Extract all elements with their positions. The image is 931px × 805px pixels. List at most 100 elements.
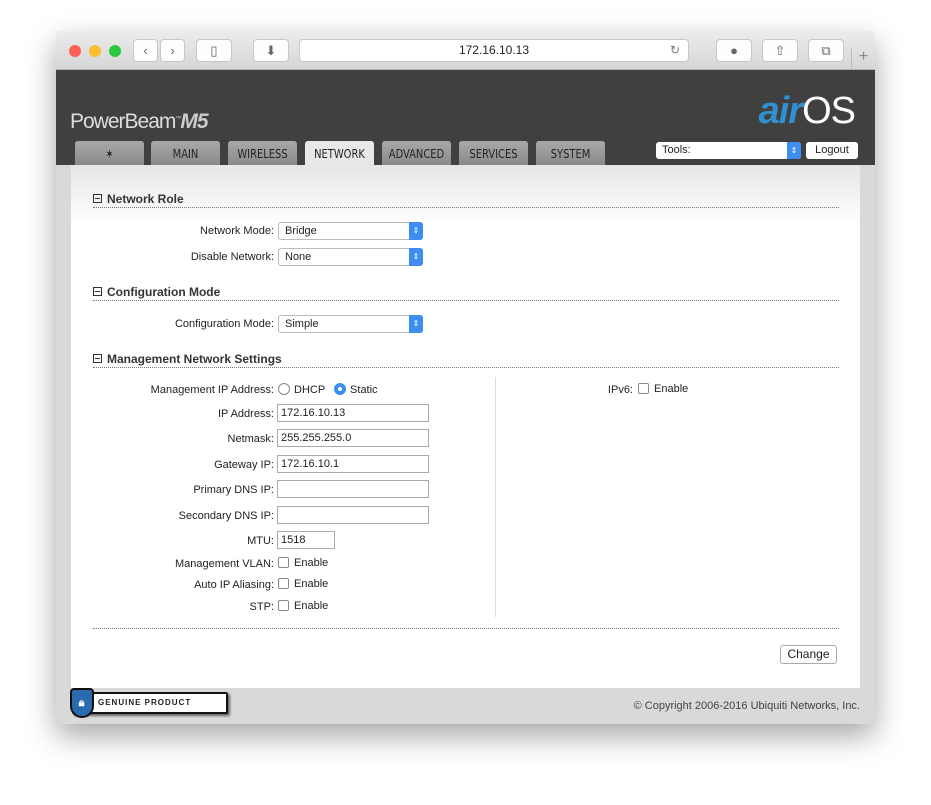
divider <box>93 207 839 208</box>
share-icon[interactable]: ⇧ <box>762 39 798 62</box>
management-vlan-label: Management VLAN: <box>174 558 274 570</box>
configuration-mode-label: Configuration Mode: <box>174 318 274 330</box>
mtu-label: MTU: <box>247 535 274 547</box>
enable-label: Enable <box>294 557 329 569</box>
reload-icon[interactable]: ↻ <box>670 40 680 61</box>
collapse-icon[interactable] <box>93 287 102 296</box>
logout-button[interactable]: Logout <box>806 142 858 159</box>
static-label: Static <box>350 384 378 396</box>
enable-label: Enable <box>294 578 329 590</box>
gateway-input[interactable]: 172.16.10.1 <box>277 455 429 473</box>
copyright: © Copyright 2006-2016 Ubiquiti Networks,… <box>633 700 860 712</box>
section-management-network[interactable]: Management Network Settings <box>93 352 282 366</box>
configuration-mode-select[interactable]: Simple ⇕ <box>278 315 423 333</box>
section-title: Management Network Settings <box>107 352 282 366</box>
tab-main[interactable]: MAIN <box>151 141 220 165</box>
configuration-mode-value: Simple <box>285 318 319 330</box>
mtu-input[interactable]: 1518 <box>277 531 335 549</box>
enable-label: Enable <box>294 600 329 612</box>
close-window-button[interactable] <box>69 45 81 57</box>
netmask-input[interactable]: 255.255.255.0 <box>277 429 429 447</box>
badge-text: GENUINE PRODUCT <box>98 698 192 707</box>
network-mode-label: Network Mode: <box>200 225 274 237</box>
dhcp-radio[interactable] <box>278 383 290 395</box>
tabs-icon[interactable]: ⧉ <box>808 39 844 62</box>
tab-network[interactable]: NETWORK <box>305 141 374 166</box>
brand-name: PowerBeam <box>70 110 176 133</box>
zoom-window-button[interactable] <box>109 45 121 57</box>
auto-ip-aliasing-checkbox[interactable] <box>278 578 289 589</box>
enable-label: Enable <box>654 383 689 395</box>
tab-advanced[interactable]: ADVANCED <box>382 141 451 165</box>
lock-shield-icon: 🔒︎ <box>70 688 94 718</box>
section-network-role[interactable]: Network Role <box>93 192 184 206</box>
divider <box>93 367 839 368</box>
column-divider <box>495 377 496 617</box>
gateway-label: Gateway IP: <box>214 459 274 471</box>
chevron-updown-icon: ⇕ <box>787 142 801 159</box>
brand-model: M5 <box>180 110 208 133</box>
genuine-product-badge: 🔒︎ GENUINE PRODUCT <box>70 688 228 718</box>
download-arrow-icon[interactable]: ⬇ <box>253 39 289 62</box>
page-footer: 🔒︎ GENUINE PRODUCT © Copyright 2006-2016… <box>56 688 875 724</box>
auto-ip-aliasing-label: Auto IP Aliasing: <box>194 579 274 591</box>
tools-label: Tools: <box>662 144 691 156</box>
ip-address-input[interactable]: 172.16.10.13 <box>277 404 429 422</box>
section-configuration-mode[interactable]: Configuration Mode <box>93 285 220 299</box>
change-button[interactable]: Change <box>780 645 837 664</box>
stp-checkbox[interactable] <box>278 600 289 611</box>
back-icon[interactable]: ‹ <box>133 39 158 62</box>
netmask-label: Netmask: <box>227 433 274 445</box>
logo-os: OS <box>802 90 856 132</box>
primary-dns-label: Primary DNS IP: <box>193 484 274 496</box>
sidebar-icon[interactable]: ▯ <box>196 39 232 62</box>
network-mode-value: Bridge <box>285 225 317 237</box>
disable-network-select[interactable]: None ⇕ <box>278 248 423 266</box>
new-tab-icon[interactable]: + <box>851 48 875 70</box>
content-panel: Network Role Network Mode: Bridge ⇕ Disab… <box>71 165 860 688</box>
chevron-updown-icon: ⇕ <box>409 248 423 266</box>
tools-select[interactable]: Tools: ⇕ <box>656 142 801 159</box>
section-title: Network Role <box>107 192 184 206</box>
primary-dns-input[interactable] <box>277 480 429 498</box>
management-vlan-checkbox[interactable] <box>278 557 289 568</box>
collapse-icon[interactable] <box>93 194 102 203</box>
airos-logo: airOS <box>758 90 856 133</box>
tab-system[interactable]: SYSTEM <box>536 141 605 165</box>
ip-address-label: IP Address: <box>217 408 274 420</box>
address-bar[interactable]: 172.16.10.13 ↻ <box>299 39 689 62</box>
network-mode-select[interactable]: Bridge ⇕ <box>278 222 423 240</box>
product-logo: PowerBeam™M5 <box>70 110 209 133</box>
page-header: PowerBeam™M5 airOS ✶ MAIN WIRELESS NETWO… <box>56 70 875 166</box>
static-radio[interactable] <box>334 383 347 395</box>
disable-network-value: None <box>285 251 312 263</box>
divider <box>93 628 839 629</box>
downloads-icon[interactable]: ● <box>716 39 752 62</box>
ipv6-label: IPv6: <box>607 384 633 396</box>
divider <box>93 300 839 301</box>
browser-window: ‹ › ▯ ⬇ 172.16.10.13 ↻ ● ⇧ ⧉ + PowerBeam™… <box>56 31 875 724</box>
section-title: Configuration Mode <box>107 285 221 299</box>
aliasing-option: Enable <box>278 578 328 590</box>
secondary-dns-input[interactable] <box>277 506 429 524</box>
ip-mode-radios: DHCP Static <box>278 383 378 396</box>
chevron-updown-icon: ⇕ <box>409 315 423 333</box>
vlan-option: Enable <box>278 557 328 569</box>
disable-network-label: Disable Network: <box>190 251 274 263</box>
forward-icon[interactable]: › <box>160 39 185 62</box>
chevron-updown-icon: ⇕ <box>409 222 423 240</box>
dhcp-label: DHCP <box>294 384 325 396</box>
collapse-icon[interactable] <box>93 354 102 363</box>
minimize-window-button[interactable] <box>89 45 101 57</box>
secondary-dns-label: Secondary DNS IP: <box>178 510 274 522</box>
management-ip-label: Management IP Address: <box>150 384 274 396</box>
logo-air: air <box>758 90 803 132</box>
ipv6-option: Enable <box>638 383 688 395</box>
stp-option: Enable <box>278 600 328 612</box>
stp-label: STP: <box>249 601 274 613</box>
tab-services[interactable]: SERVICES <box>459 141 528 165</box>
tab-ubnt-logo[interactable]: ✶ <box>75 141 144 165</box>
ipv6-checkbox[interactable] <box>638 383 649 394</box>
tab-wireless[interactable]: WIRELESS <box>228 141 297 165</box>
url-text: 172.16.10.13 <box>458 43 530 57</box>
